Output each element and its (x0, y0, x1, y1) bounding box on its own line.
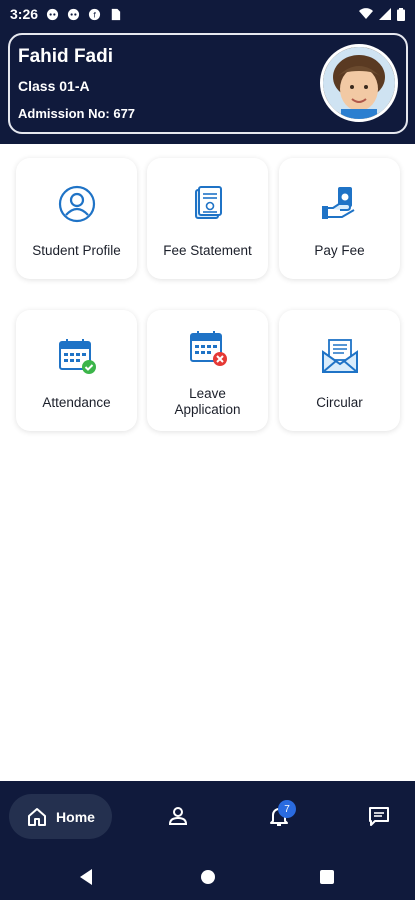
nav-home-label: Home (56, 808, 95, 825)
student-class: Class 01-A (18, 78, 90, 94)
chat-icon (369, 807, 389, 826)
status-time: 3:26 (10, 6, 39, 22)
header: Fahid Fadi Class 01-A Admission No: 677 (0, 28, 415, 144)
tile-circular[interactable]: Circular (279, 310, 400, 431)
calendar-cancel-icon (189, 331, 227, 366)
system-nav-bar (0, 853, 415, 900)
nav-home-button[interactable]: Home (9, 794, 112, 839)
signal-icon (379, 8, 391, 20)
recents-icon[interactable] (319, 869, 335, 885)
tile-label: Circular (316, 395, 363, 410)
tile-label: Attendance (42, 395, 111, 410)
student-photo (323, 47, 395, 119)
battery-icon (397, 7, 405, 21)
user-circle-icon (58, 185, 95, 223)
tile-pay-fee[interactable]: Pay Fee (279, 158, 400, 279)
tile-leave-application[interactable]: Leave Application (147, 310, 268, 431)
tile-label: Fee Statement (163, 243, 252, 258)
wifi-icon (359, 8, 373, 19)
tile-label: Pay Fee (314, 243, 365, 258)
home-icon (28, 807, 47, 826)
nav-messages-button[interactable] (366, 803, 392, 829)
svg-text:f: f (93, 10, 96, 19)
hand-money-icon (321, 187, 355, 219)
admission-number: Admission No: 677 (18, 106, 136, 121)
bottom-nav: Home (0, 781, 415, 853)
tile-label: Student Profile (32, 243, 121, 258)
cat-notification-icon (46, 8, 59, 20)
app-notification-icon: f (88, 8, 101, 20)
profile-card[interactable]: Fahid Fadi Class 01-A Admission No: 677 (8, 33, 408, 134)
avatar[interactable] (320, 44, 398, 122)
notification-badge: 7 (278, 800, 296, 818)
tile-fee-statement[interactable]: Fee Statement (147, 158, 268, 279)
tile-label-line: Leave (189, 386, 226, 401)
tile-student-profile[interactable]: Student Profile (16, 158, 137, 279)
back-icon[interactable] (77, 867, 97, 887)
tile-attendance[interactable]: Attendance (16, 310, 137, 431)
cat-notification-icon (67, 8, 80, 20)
status-bar: 3:26 f (0, 0, 415, 28)
calendar-check-icon (58, 339, 96, 374)
tile-label-line: Application (174, 402, 241, 417)
home-circle-icon[interactable] (200, 869, 216, 885)
student-name: Fahid Fadi (18, 46, 113, 67)
document-icon (194, 186, 222, 219)
tile-label: Leave Application (147, 386, 268, 418)
nav-profile-button[interactable] (165, 803, 191, 829)
envelope-icon (321, 339, 358, 373)
person-icon (168, 807, 188, 825)
sim-icon (111, 8, 121, 20)
